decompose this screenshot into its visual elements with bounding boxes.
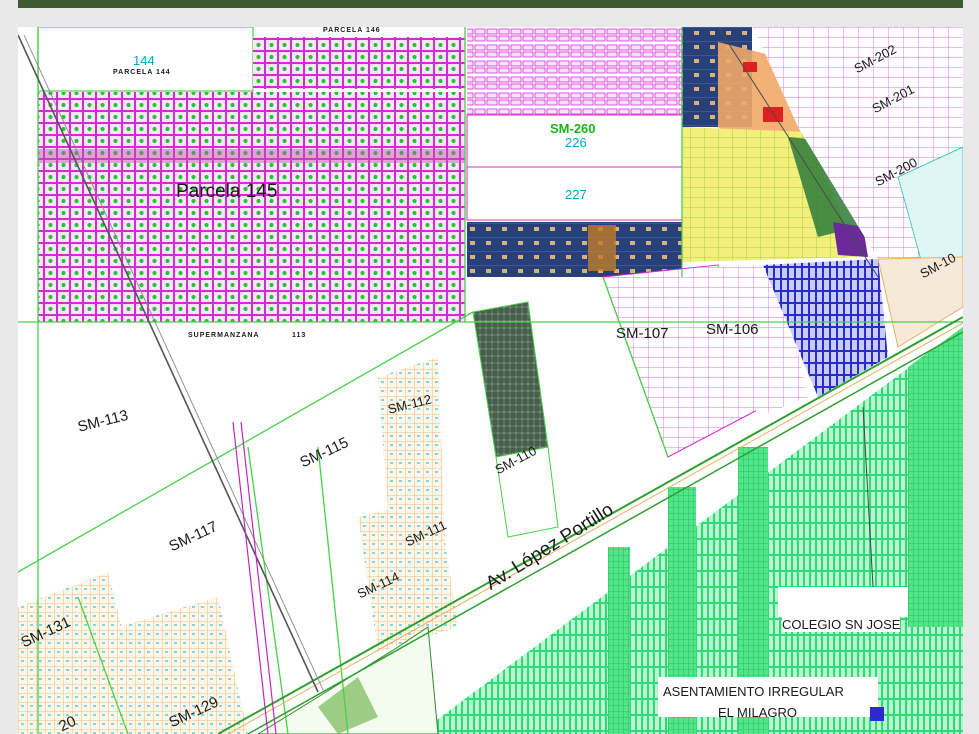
sm-106-label: SM-106 <box>706 321 759 338</box>
sm-260-north-lots <box>467 27 682 115</box>
settlement-marker <box>870 707 884 721</box>
parcela-145-label: Parcela 145 <box>176 181 278 202</box>
parcela-144-number: 144 <box>133 53 155 68</box>
map-viewer: Parcela 145 144 PARCELA 144 PARCELA 146 … <box>0 0 979 734</box>
aerial-photo-strip <box>18 0 963 8</box>
supermanzana-label: SUPERMANZANA <box>188 332 260 339</box>
colegio-label: COLEGIO SN JOSE <box>782 617 901 632</box>
parcela-146-lots <box>253 37 465 89</box>
supermanzana-number: 113 <box>292 332 307 339</box>
urban-plan-map[interactable]: Parcela 145 144 PARCELA 144 PARCELA 146 … <box>18 27 963 734</box>
colegio-parcel <box>778 587 908 617</box>
sm-107-label: SM-107 <box>616 325 669 342</box>
sm-110-lots <box>472 301 549 458</box>
lot-226-label: 226 <box>565 135 587 150</box>
parcela-146-label: PARCELA 146 <box>323 27 381 34</box>
parcela-145-street <box>38 149 465 163</box>
asentamiento-label-line1: ASENTAMIENTO IRREGULAR <box>663 684 844 699</box>
sm-260-label: SM-260 <box>550 121 596 136</box>
lot-227-label: 227 <box>565 187 587 202</box>
asentamiento-label-line2: EL MILAGRO <box>718 705 797 720</box>
parcela-144-label: PARCELA 144 <box>113 69 171 76</box>
navy-lots <box>467 222 682 277</box>
